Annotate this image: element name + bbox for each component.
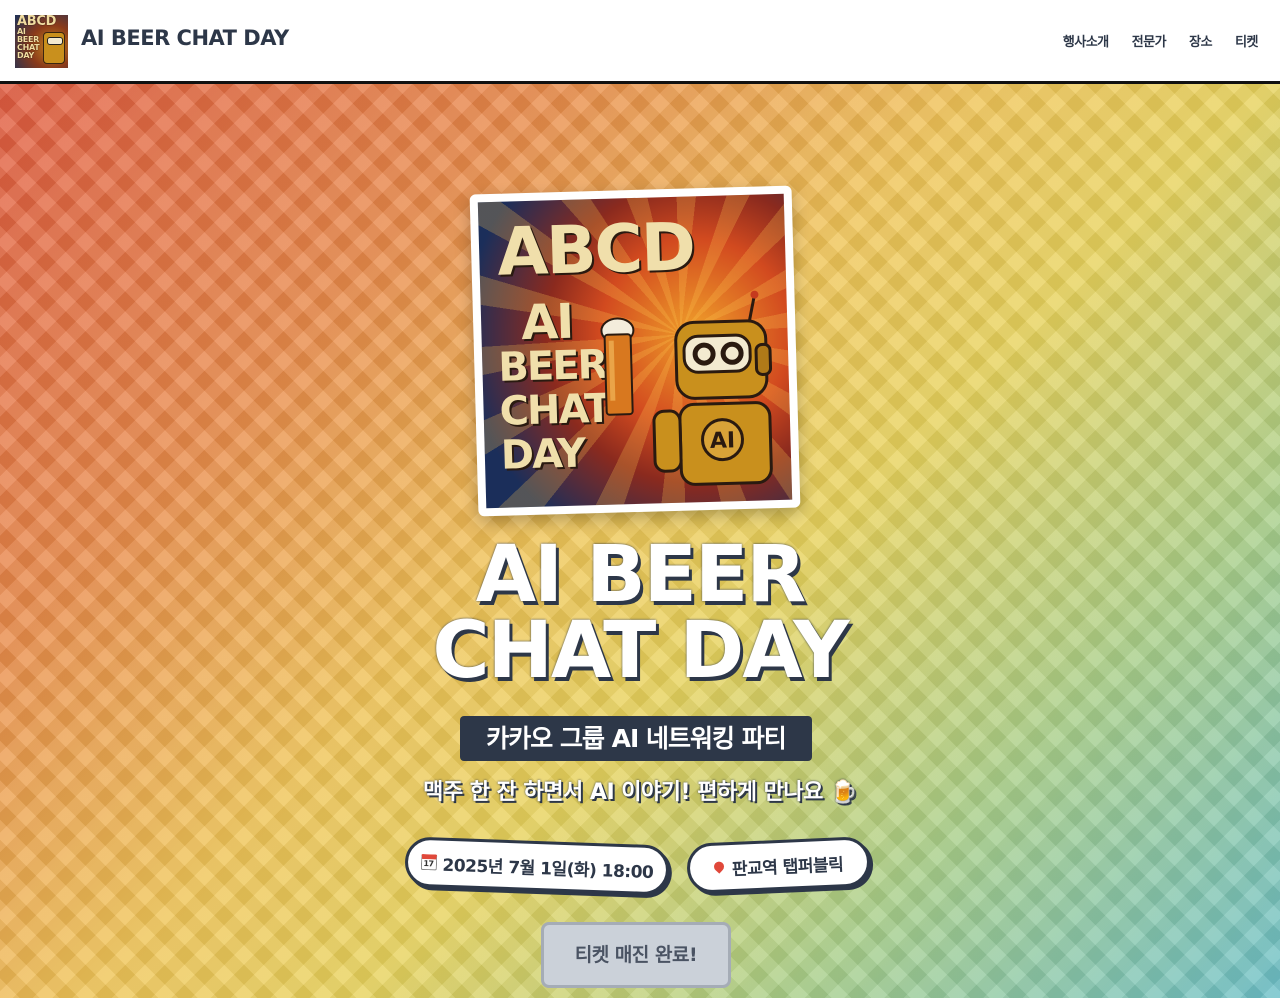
hero-subtitle: 맥주 한 잔 하면서 AI 이야기! 편하게 만나요 🍺 [423, 780, 857, 805]
robot-badge-text: AI [710, 428, 736, 454]
event-date: 2025년 7월 1일(화) 18:00 [442, 855, 654, 883]
event-location-pill: 판교역 탭퍼블릭 [685, 836, 872, 894]
beer-glass-icon [600, 317, 635, 416]
poster-stack: AI BEER CHAT DAY [497, 293, 611, 479]
event-date-pill: 17 2025년 7월 1일(화) 18:00 [404, 836, 670, 896]
pin-icon [711, 859, 726, 874]
site-title[interactable]: AI BEER CHAT DAY [81, 26, 289, 50]
hero-title-line2: CHAT DAY [432, 606, 849, 696]
nav-item-venue[interactable]: 장소 [1189, 31, 1212, 50]
event-type-badge: 카카오 그룹 AI 네트워킹 파티 [460, 716, 812, 761]
ticket-sold-out-button[interactable]: 티켓 매진 완료! [541, 922, 731, 988]
nav-item-ticket[interactable]: 티켓 [1235, 31, 1258, 50]
robot-icon: AI [652, 290, 773, 486]
nav-item-about[interactable]: 행사소개 [1063, 31, 1109, 50]
logo-robot-icon [43, 32, 65, 64]
event-location: 판교역 탭퍼블릭 [731, 854, 844, 880]
poster-title: ABCD [496, 208, 695, 291]
event-poster: ABCD AI BEER CHAT DAY AI [469, 185, 801, 517]
calendar-icon: 17 [420, 853, 437, 871]
hero-title: AI BEER CHAT DAY [0, 536, 1280, 690]
main-nav: 행사소개 전문가 장소 티켓 [1063, 31, 1259, 50]
site-logo[interactable]: ABCD AI BEER CHAT DAY [15, 15, 68, 68]
nav-item-experts[interactable]: 전문가 [1132, 31, 1167, 50]
hero-section: ABCD AI BEER CHAT DAY AI AI BEER CHAT DA… [0, 84, 1280, 998]
site-header: ABCD AI BEER CHAT DAY AI BEER CHAT DAY 행… [0, 0, 1280, 84]
poster-artwork: ABCD AI BEER CHAT DAY AI [477, 193, 793, 509]
